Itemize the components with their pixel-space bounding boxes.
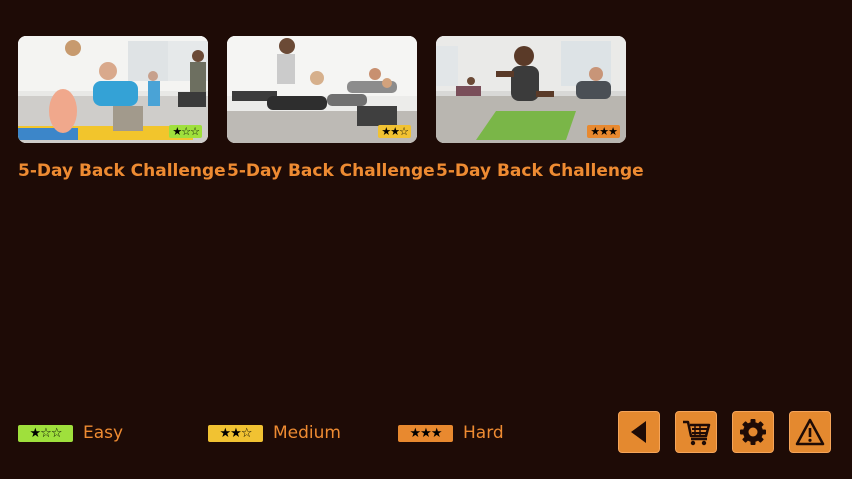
legend-hard: ★★★ Hard bbox=[398, 423, 504, 443]
settings-button[interactable] bbox=[732, 411, 774, 453]
cart-button[interactable] bbox=[675, 411, 717, 453]
warning-icon bbox=[795, 418, 825, 446]
legend-medium: ★★☆ Medium bbox=[208, 423, 341, 443]
legend-badge: ★★★ bbox=[398, 424, 453, 442]
cart-icon bbox=[683, 420, 711, 446]
workout-thumbnail: ★☆☆ bbox=[18, 36, 208, 143]
legend-label: Easy bbox=[83, 423, 124, 443]
workout-thumbnail: ★★☆ bbox=[227, 36, 417, 143]
workout-thumbnail: ★★★ bbox=[436, 36, 626, 143]
alert-button[interactable] bbox=[789, 411, 831, 453]
workout-card[interactable]: ★★☆ 5-Day Back Challenge bbox=[227, 36, 435, 181]
workout-card[interactable]: ★★★ 5-Day Back Challenge bbox=[436, 36, 644, 181]
difficulty-badge: ★★★ bbox=[587, 125, 620, 138]
legend-label: Hard bbox=[463, 423, 504, 443]
difficulty-badge: ★☆☆ bbox=[169, 125, 202, 138]
workout-title: 5-Day Back Challenge bbox=[227, 161, 435, 181]
workout-card[interactable]: ★☆☆ 5-Day Back Challenge bbox=[18, 36, 226, 181]
legend-easy: ★☆☆ Easy bbox=[18, 423, 123, 443]
legend-badge: ★☆☆ bbox=[18, 424, 73, 442]
workout-title: 5-Day Back Challenge bbox=[436, 161, 644, 181]
back-button[interactable] bbox=[618, 411, 660, 453]
gear-icon bbox=[740, 419, 766, 445]
legend-label: Medium bbox=[273, 423, 341, 443]
workout-title: 5-Day Back Challenge bbox=[18, 161, 226, 181]
legend-badge: ★★☆ bbox=[208, 424, 263, 442]
difficulty-badge: ★★☆ bbox=[378, 125, 411, 138]
back-arrow-icon bbox=[631, 421, 646, 443]
